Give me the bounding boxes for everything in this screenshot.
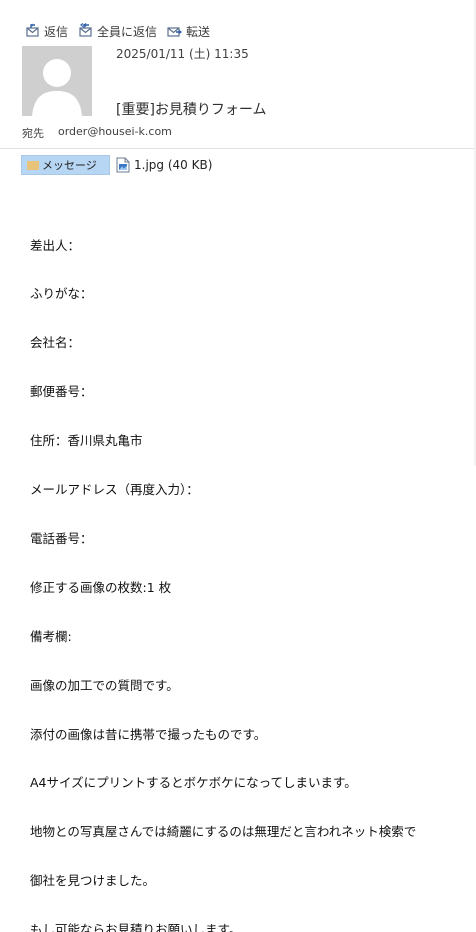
tab-message-label: メッセージ: [42, 159, 97, 172]
to-address: order@housei-k.com: [58, 125, 172, 138]
reply-all-button[interactable]: 全員に返信: [78, 23, 157, 40]
body-line: A4サイズにプリントするとボケボケになってしまいます。: [30, 775, 357, 791]
forward-icon: [167, 27, 183, 37]
forward-label: 転送: [186, 24, 211, 39]
tab-message[interactable]: メッセージ: [21, 155, 110, 175]
reply-button[interactable]: 返信: [25, 23, 68, 40]
message-subject: [重要]お見積りフォーム: [116, 102, 267, 118]
body-line: 郵便番号：: [30, 384, 93, 400]
envelope-icon: [27, 160, 39, 170]
body-line: 御社を見つけました。: [30, 873, 156, 889]
forward-button[interactable]: 転送: [167, 23, 210, 40]
reply-label: 返信: [44, 24, 69, 39]
body-line: もし可能ならお見積りお願いします。: [30, 922, 242, 932]
reply-icon: [26, 23, 39, 37]
body-line: 地物との写真屋さんでは綺麗にするのは無理だと言われネット検索で: [30, 824, 417, 840]
reply-all-label: 全員に返信: [97, 24, 158, 39]
body-line: ふりがな：: [30, 286, 93, 302]
body-line: 差出人：: [30, 237, 81, 253]
body-line: 備考欄:: [30, 628, 72, 644]
body-line: 会社名：: [30, 335, 81, 351]
image-file-icon: [116, 157, 130, 173]
body-line: 添付の画像は昔に携帯で撮ったものです。: [30, 726, 267, 742]
header-divider: [0, 148, 476, 149]
message-date: 2025/01/11 (土) 11:35: [116, 47, 249, 61]
reply-all-icon: [79, 23, 92, 37]
attachment-item[interactable]: 1.jpg (40 KB): [116, 155, 212, 175]
attachment-label: 1.jpg (40 KB): [134, 158, 213, 172]
body-line: メールアドレス（再度入力）：: [30, 482, 199, 498]
to-label: 宛先: [22, 127, 44, 140]
message-toolbar: 返信 全員に返信 転送: [0, 21, 220, 41]
body-line: 住所：香川県丸亀市: [30, 433, 143, 449]
message-body: 差出人： ふりがな： 会社名： 郵便番号： 住所：香川県丸亀市 メールアドレス（…: [30, 205, 416, 932]
body-line: 電話番号：: [30, 530, 93, 546]
person-placeholder-icon: [22, 46, 92, 116]
message-tabs: メッセージ 1.jpg (40 KB): [21, 155, 212, 175]
sender-avatar: [22, 46, 92, 116]
body-line: 修正する画像の枚数:1 枚: [30, 579, 172, 595]
body-line: 画像の加工での質問です。: [30, 677, 179, 693]
